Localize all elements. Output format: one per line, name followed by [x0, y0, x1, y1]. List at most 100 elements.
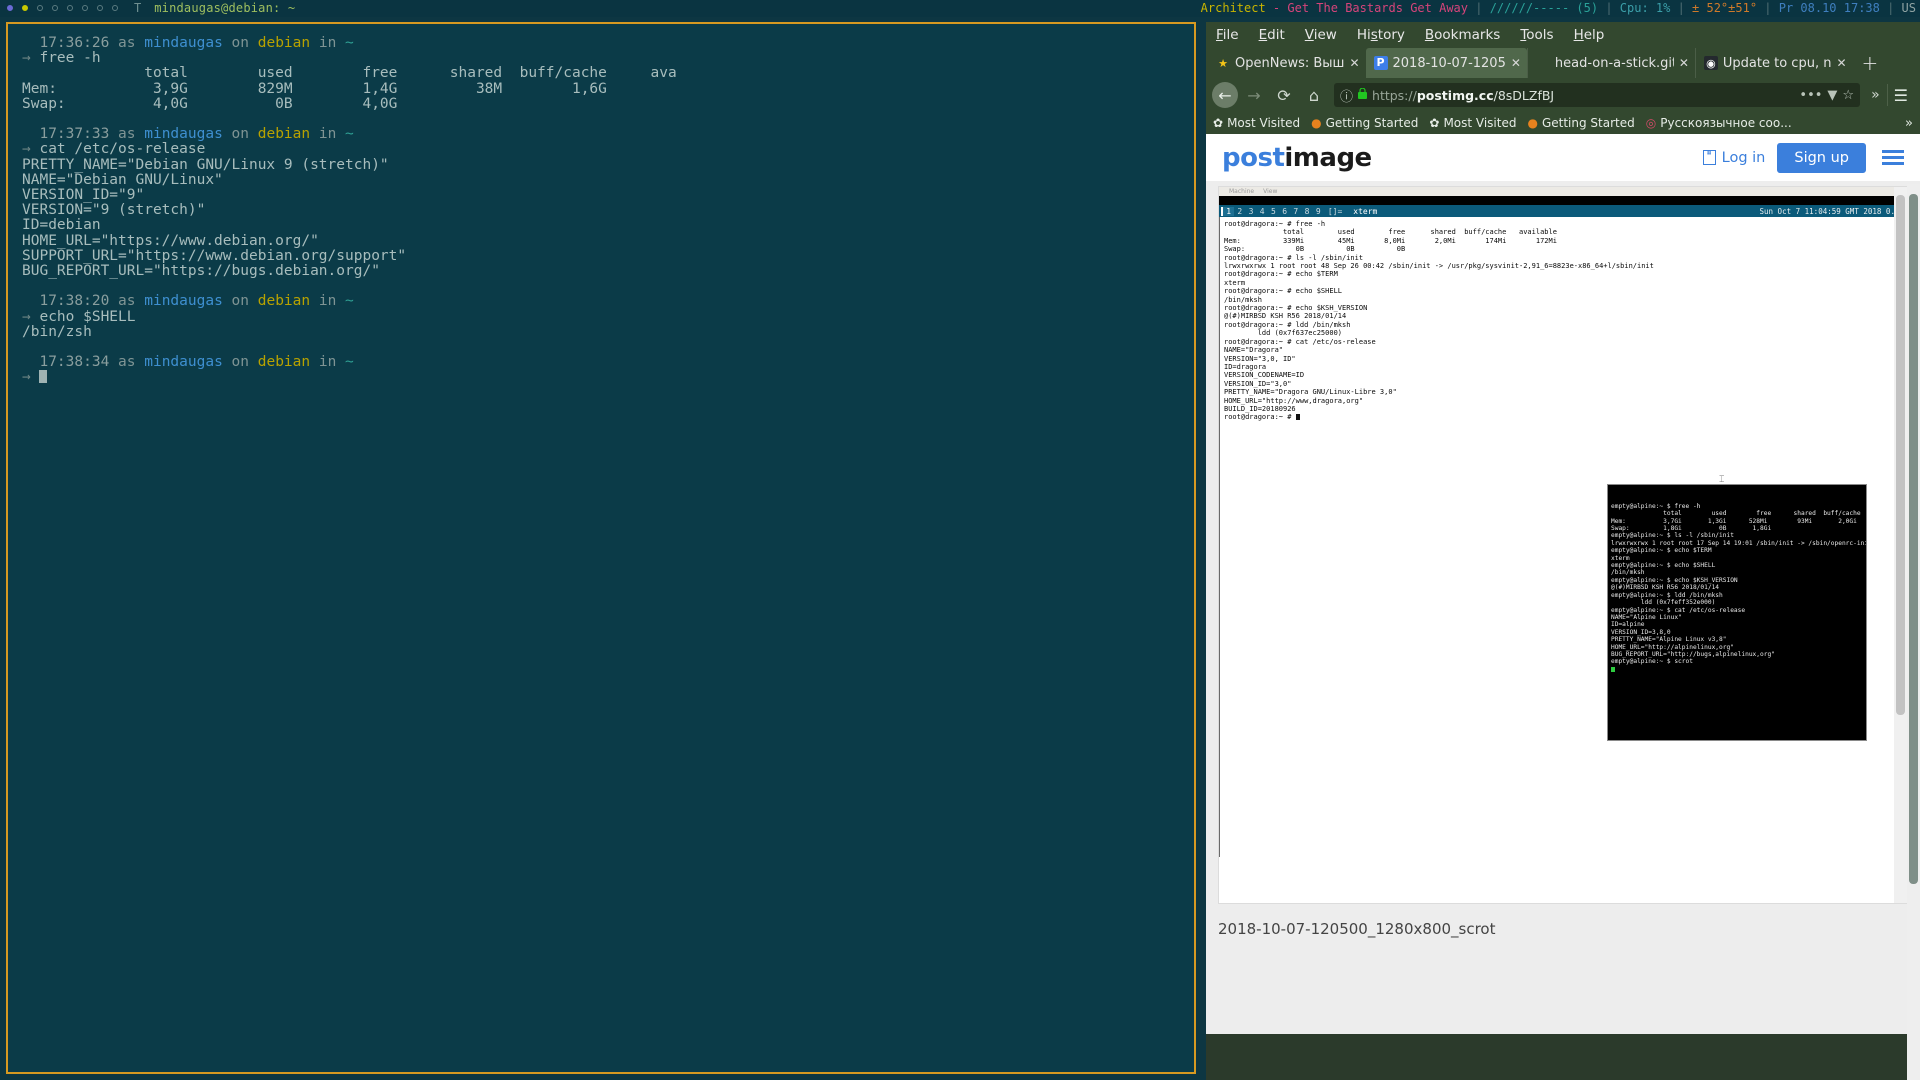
logo-part-image: image [1284, 142, 1372, 173]
embedded-alpine-terminal: empty@alpine:~ $ free -h total used free… [1607, 484, 1867, 741]
workspace-tag-3[interactable] [37, 5, 43, 11]
login-label: Log in [1721, 149, 1766, 166]
workspace-tag-7[interactable] [97, 5, 103, 11]
command-text: echo $SHELL [39, 308, 136, 325]
menu-item-tools[interactable]: Tools [1520, 27, 1553, 43]
prompt-as: as [109, 35, 145, 51]
bookmark-item-5[interactable]: ◎ Русскоязычное соо... [1646, 116, 1792, 130]
workspace-tag-2[interactable] [22, 5, 28, 11]
status-dash: - [1265, 1, 1288, 15]
embedded-alpine-line: empty@alpine:~ $ echo $SHELL [1611, 562, 1716, 570]
menu-item-file[interactable]: File [1216, 27, 1239, 43]
embedded-alpine-line: empty@alpine:~ $ ls -l /sbin/init [1611, 532, 1734, 540]
menu-item-help[interactable]: Help [1574, 27, 1605, 43]
prompt-on: on [222, 293, 258, 310]
site-menu-icon[interactable] [1878, 150, 1904, 165]
terminal-prompt-header: 17:36:26 as mindaugas on debian in ~ [22, 35, 1180, 51]
prompt-user: mindaugas [144, 293, 223, 310]
menu-item-view[interactable]: View [1305, 27, 1337, 43]
embedded-xterm-line: total used free shared buff/cache availa… [1224, 228, 1557, 237]
terminal-window[interactable]: 17:36:26 as mindaugas on debian in ~ → fr… [6, 22, 1196, 1074]
star-favicon-icon: ★ [1218, 56, 1228, 70]
browser-tab-3[interactable]: head-on-a-stick.gith ✕ [1526, 48, 1695, 78]
reload-button[interactable]: ⟳ [1270, 82, 1298, 108]
menu-item-edit[interactable]: Edit [1259, 27, 1285, 43]
terminal-output[interactable]: 17:36:26 as mindaugas on debian in ~ → fr… [8, 24, 1194, 1072]
prompt-arrow: → [22, 50, 40, 67]
postimage-header-actions: ▦ Log in Sign up [1702, 142, 1904, 173]
workspace-tag-list[interactable] [0, 5, 118, 11]
window-manager-status-bar: T mindaugas@debian: ~ Architect - Get Th… [0, 0, 1920, 17]
new-tab-button[interactable]: + [1853, 48, 1888, 78]
browser-tab-1[interactable]: ★ OpenNews: Выш ✕ [1208, 48, 1366, 78]
terminal-output-line: ID=debian [22, 217, 101, 234]
embedded-xterm-line: @(#)MIRBSD KSH R56 2018/01/14 [1224, 312, 1347, 321]
bookmark-item-4[interactable]: ● Getting Started [1527, 116, 1634, 130]
embedded-tag-9: 9 [1315, 206, 1321, 216]
site-info-icon[interactable]: ⓘ [1340, 86, 1353, 105]
toolbar-overflow-icon[interactable]: » [1866, 87, 1885, 103]
embedded-alpine-line: NAME="Alpine Linux" [1611, 613, 1682, 621]
tab-close-icon[interactable]: ✕ [1349, 56, 1359, 70]
prompt-path: ~ [345, 35, 354, 51]
embedded-xterm-line: VERSION="3,0, ID" [1224, 354, 1296, 363]
status-datetime: Pr 08.10 17:38 [1778, 1, 1888, 15]
menu-item-history[interactable]: History [1357, 27, 1405, 43]
page-actions-icon[interactable]: ••• [1799, 88, 1822, 103]
browser-menu-icon[interactable]: ☰ [1886, 84, 1914, 106]
status-keyboard-layout: US [1901, 1, 1916, 15]
image-inner-scroll-thumb[interactable] [1896, 195, 1905, 715]
embedded-tag-6: 6 [1282, 206, 1288, 216]
tab-close-icon[interactable]: ✕ [1511, 56, 1521, 70]
workspace-tag-1[interactable] [7, 5, 13, 11]
embedded-layout-symbol: []= [1327, 206, 1343, 216]
menu-item-bookmarks[interactable]: Bookmarks [1425, 27, 1500, 43]
home-button[interactable]: ⌂ [1300, 82, 1328, 108]
image-inner-scrollbar[interactable] [1894, 187, 1907, 903]
embedded-alpine-line: @(#)MIRBSD KSH R56 2018/01/14 [1611, 584, 1720, 592]
browser-tab-2[interactable]: P 2018-10-07-1205 ✕ [1365, 48, 1527, 78]
embedded-alpine-line: /bin/mksh [1611, 569, 1645, 577]
prompt-host: debian [257, 293, 311, 310]
terminal-prompt-header: 17:37:33 as mindaugas on debian in ~ [22, 127, 1180, 142]
bookmarks-overflow-icon[interactable]: » [1905, 116, 1913, 131]
workspace-tag-4[interactable] [52, 5, 58, 11]
workspace-tag-8[interactable] [112, 5, 118, 11]
pocket-icon[interactable]: ▼ [1827, 88, 1837, 103]
tab-close-icon[interactable]: ✕ [1679, 56, 1689, 70]
firefox-browser-window: File Edit View History Bookmarks Tools Help ★ O… [1206, 22, 1920, 1080]
terminal-output-line: SUPPORT_URL="https://www.debian.org/supp… [22, 247, 407, 264]
layout-symbol[interactable]: T [134, 1, 141, 15]
browser-tab-4[interactable]: ◉ Update to cpu, n ✕ [1694, 48, 1853, 78]
bookmark-item-2[interactable]: ● Getting Started [1311, 116, 1418, 130]
tab-close-icon[interactable]: ✕ [1836, 56, 1846, 70]
prompt-host: debian [257, 354, 311, 371]
page-scroll-thumb[interactable] [1909, 194, 1918, 884]
back-button[interactable]: ← [1212, 82, 1238, 108]
bookmark-item-1[interactable]: ✿ Most Visited [1213, 116, 1300, 130]
embedded-xterm-line: VERSION_CODENAME=ID [1224, 371, 1305, 380]
hosted-image[interactable]: Machine View 123456789 []= xterm Sun Oct … [1218, 186, 1908, 904]
embedded-xterm-line: root@dragora:~ # free -h [1224, 220, 1326, 228]
postimage-logo[interactable]: postimage [1222, 143, 1372, 173]
embedded-alpine-line: Mem: 3,7Gi 1,3Gi 528Mi 93Mi 2,0Gi 2,1Gi [1611, 517, 1857, 525]
embedded-alpine-cursor-line [1611, 666, 1866, 673]
workspace-tag-5[interactable] [67, 5, 73, 11]
login-icon: ▦ [1702, 150, 1716, 165]
login-button[interactable]: ▦ Log in [1702, 149, 1766, 166]
url-bar[interactable]: ⓘ https://postimg.cc/8sDLZfBJ ••• ▼ ☆ [1334, 83, 1861, 107]
forward-button[interactable]: → [1240, 82, 1268, 108]
command-text: cat /etc/os-release [39, 141, 206, 158]
bookmark-star-icon[interactable]: ☆ [1842, 88, 1854, 103]
workspace-tag-6[interactable] [82, 5, 88, 11]
embedded-alpine-line: ID=alpine [1611, 621, 1645, 629]
status-cpu: Cpu: 1% [1619, 1, 1678, 15]
bookmark-item-3[interactable]: ✿ Most Visited [1429, 116, 1516, 130]
embedded-tag-1: 1 [1221, 206, 1235, 216]
terminal-output-line: total used free shared buff/cache ava [22, 65, 677, 82]
page-scrollbar[interactable] [1907, 184, 1920, 1080]
prompt-arrow: → [22, 308, 40, 325]
signup-button[interactable]: Sign up [1777, 142, 1866, 173]
